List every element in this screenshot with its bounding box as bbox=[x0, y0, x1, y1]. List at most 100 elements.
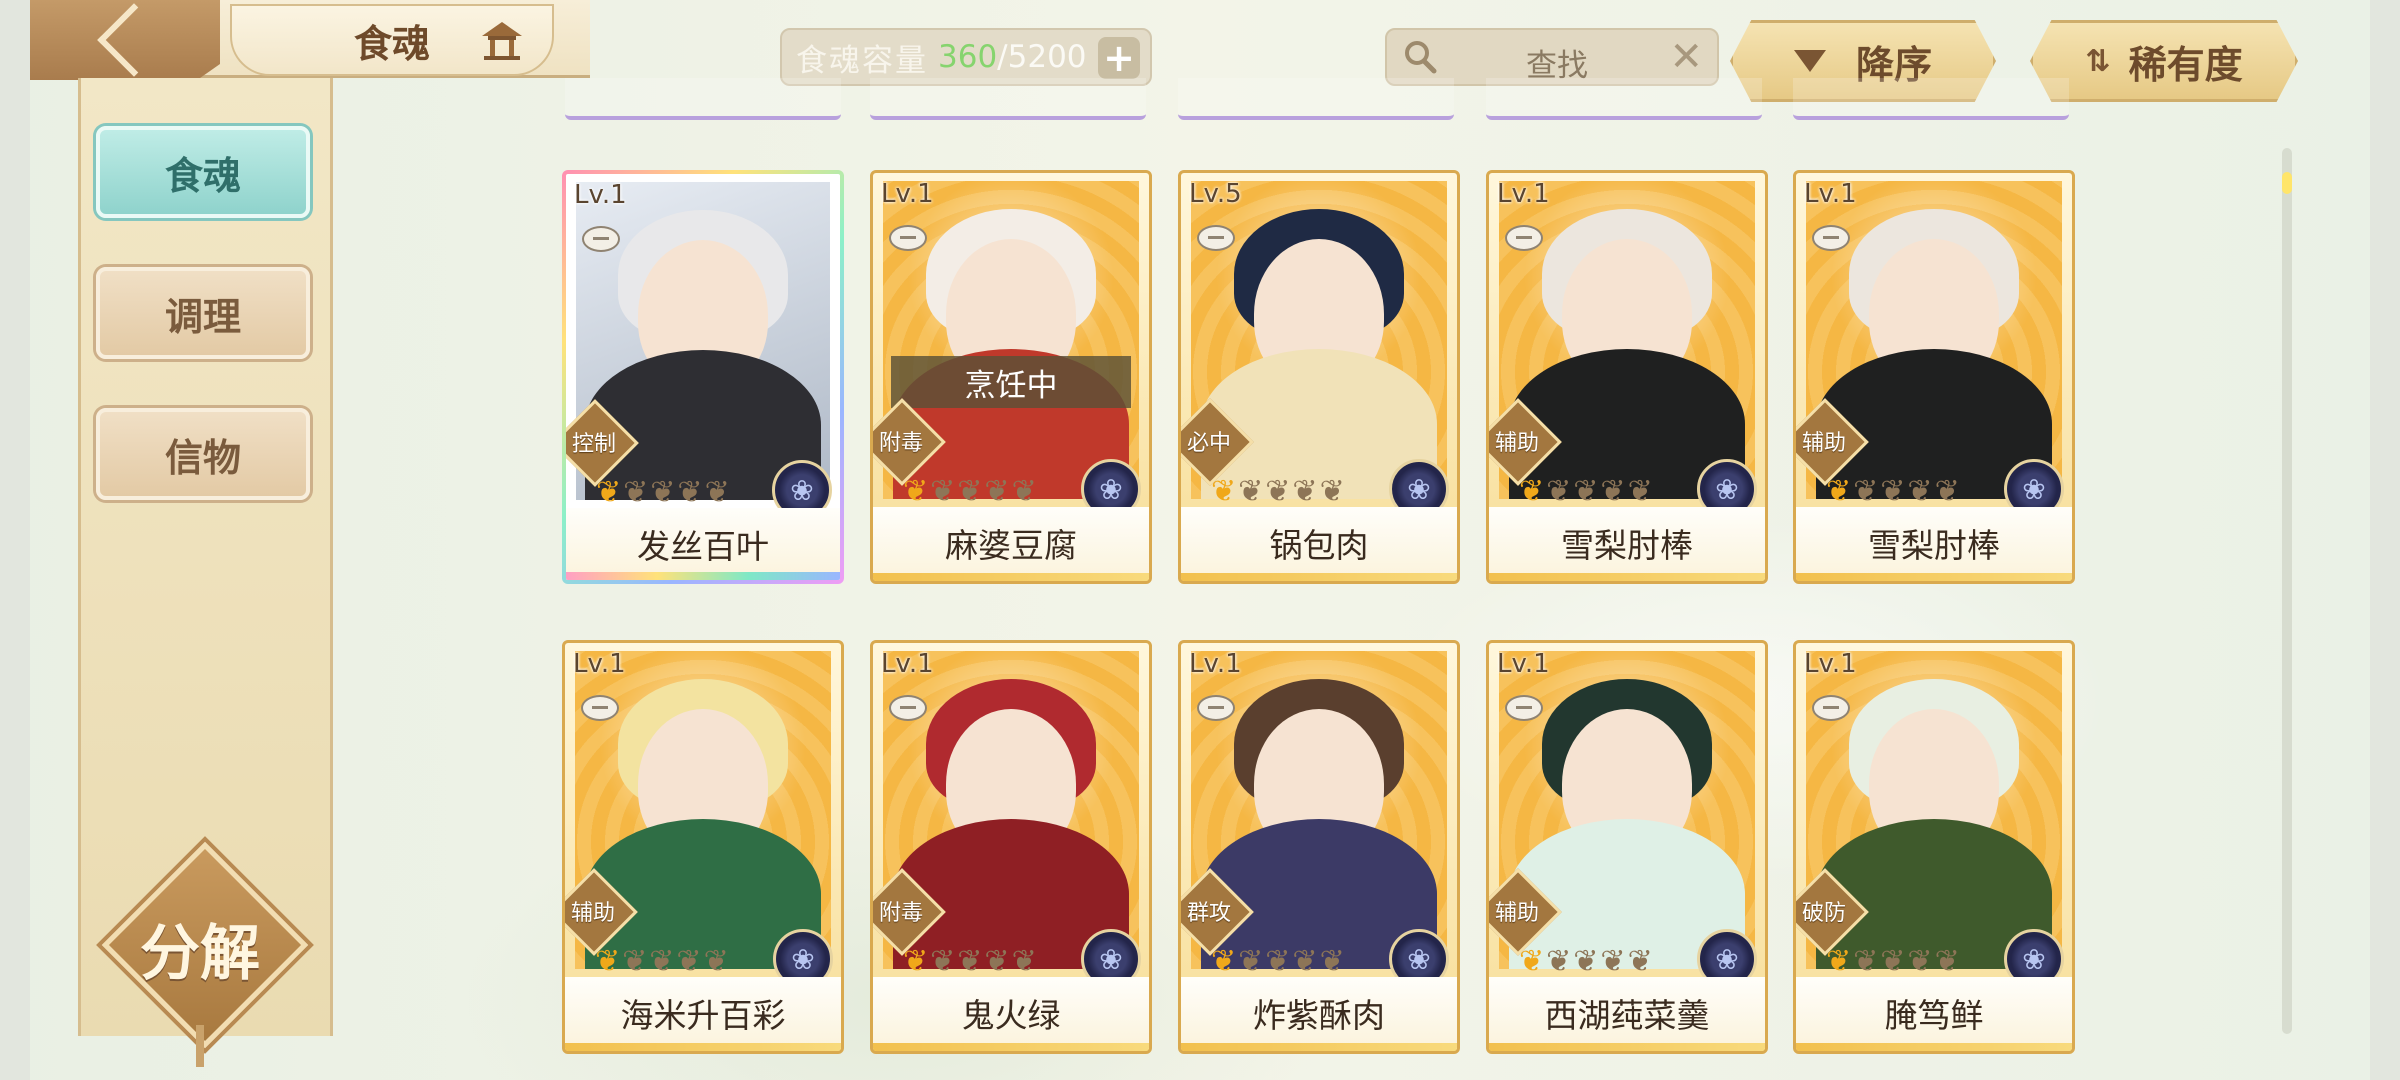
lock-toggle-icon[interactable] bbox=[1812, 695, 1850, 721]
star-icon: ❦ bbox=[1211, 474, 1237, 509]
star-icon: ❦ bbox=[1319, 944, 1345, 979]
card-partial[interactable] bbox=[870, 78, 1146, 120]
character-card[interactable]: Lv.1 附毒 ❦ ❦ ❦ ❦ ❦ ❀ 鬼火绿 bbox=[870, 640, 1152, 1054]
star-icon: ❦ bbox=[622, 944, 648, 979]
character-card[interactable]: 烹饪中 Lv.1 附毒 ❦ ❦ ❦ ❦ ❦ ❀ 麻婆豆腐 bbox=[870, 170, 1152, 584]
star-rating: ❦ ❦ ❦ ❦ ❦ bbox=[1211, 477, 1345, 507]
character-card[interactable]: Lv.1 控制 ❦ ❦ ❦ ❦ ❦ ❀ 发丝百叶 bbox=[562, 170, 844, 584]
star-rating: ❦ ❦ ❦ ❦ ❦ bbox=[1826, 477, 1960, 507]
character-name: 雪梨肘棒 bbox=[1796, 507, 2072, 579]
star-icon: ❦ bbox=[1292, 944, 1318, 979]
star-icon: ❦ bbox=[1600, 944, 1626, 979]
star-rating: ❦ ❦ ❦ ❦ ❦ bbox=[1519, 947, 1653, 977]
card-partial[interactable] bbox=[1486, 78, 1762, 120]
decompose-label[interactable]: 分解 bbox=[110, 905, 290, 992]
star-icon: ❦ bbox=[1907, 944, 1933, 979]
capacity-max: /5200 bbox=[997, 39, 1087, 75]
star-icon: ❦ bbox=[1907, 474, 1933, 509]
star-icon: ❦ bbox=[1826, 944, 1852, 979]
scrollbar-thumb[interactable] bbox=[2282, 172, 2292, 194]
frame-stripe bbox=[1489, 573, 1765, 581]
sidebar-item-label: 调理 bbox=[164, 294, 241, 339]
role-label: 附毒 bbox=[878, 901, 923, 926]
swap-arrows-icon: ⇅ bbox=[2085, 43, 2110, 79]
star-icon: ❦ bbox=[596, 475, 622, 510]
character-name: 炸紫酥肉 bbox=[1181, 977, 1457, 1049]
star-icon: ❦ bbox=[704, 475, 730, 510]
star-icon: ❦ bbox=[984, 474, 1010, 509]
star-rating: ❦ ❦ ❦ ❦ ❦ bbox=[595, 947, 729, 977]
role-label: 辅助 bbox=[1801, 431, 1846, 456]
role-label: 破防 bbox=[1801, 901, 1846, 926]
star-icon: ❦ bbox=[1853, 944, 1879, 979]
level-label: Lv.1 bbox=[1497, 649, 1550, 679]
level-label: Lv.1 bbox=[574, 180, 627, 210]
add-capacity-button[interactable]: + bbox=[1098, 36, 1140, 80]
sort-field-label: 稀有度 bbox=[2128, 42, 2243, 87]
sidebar-item-xinwu[interactable]: 信物 bbox=[96, 408, 310, 500]
card-partial[interactable] bbox=[565, 78, 841, 120]
star-icon: ❦ bbox=[1934, 474, 1960, 509]
star-icon: ❦ bbox=[1519, 474, 1545, 509]
sidebar-item-shihun[interactable]: 食魂 bbox=[96, 126, 310, 218]
frame-stripe bbox=[566, 572, 840, 580]
frame-stripe bbox=[1796, 573, 2072, 581]
sidebar-item-label: 食魂 bbox=[164, 153, 241, 198]
star-rating: ❦ ❦ ❦ ❦ ❦ bbox=[903, 947, 1037, 977]
level-label: Lv.1 bbox=[573, 649, 626, 679]
lock-toggle-icon[interactable] bbox=[1812, 225, 1850, 251]
character-card[interactable]: Lv.1 辅助 ❦ ❦ ❦ ❦ ❦ ❀ 海米升百彩 bbox=[562, 640, 844, 1054]
lock-toggle-icon[interactable] bbox=[582, 226, 620, 252]
star-icon: ❦ bbox=[903, 944, 929, 979]
triangle-down-icon bbox=[1793, 50, 1826, 72]
lock-toggle-icon[interactable] bbox=[1505, 225, 1543, 251]
character-name: 锅包肉 bbox=[1181, 507, 1457, 579]
lock-toggle-icon[interactable] bbox=[1197, 225, 1235, 251]
star-icon: ❦ bbox=[1238, 944, 1264, 979]
level-label: Lv.1 bbox=[1189, 649, 1242, 679]
star-icon: ❦ bbox=[1292, 474, 1318, 509]
status-banner: 烹饪中 bbox=[891, 356, 1131, 408]
character-card[interactable]: Lv.1 破防 ❦ ❦ ❦ ❦ ❦ ❀ 腌笃鲜 bbox=[1793, 640, 2075, 1054]
star-icon: ❦ bbox=[1519, 944, 1545, 979]
sidebar-item-tiaoli[interactable]: 调理 bbox=[96, 267, 310, 359]
role-label: 必中 bbox=[1186, 431, 1231, 456]
back-button[interactable] bbox=[30, 0, 220, 80]
star-icon: ❦ bbox=[1627, 944, 1653, 979]
star-icon: ❦ bbox=[930, 944, 956, 979]
star-icon: ❦ bbox=[1238, 474, 1264, 509]
star-icon: ❦ bbox=[623, 475, 649, 510]
lock-toggle-icon[interactable] bbox=[581, 695, 619, 721]
sort-field-button[interactable]: ⇅ 稀有度 bbox=[2030, 20, 2298, 102]
role-label: 辅助 bbox=[570, 901, 615, 926]
lock-toggle-icon[interactable] bbox=[1505, 695, 1543, 721]
card-partial[interactable] bbox=[1793, 78, 2069, 120]
lock-toggle-icon[interactable] bbox=[889, 225, 927, 251]
capacity-current: 360 bbox=[938, 39, 998, 75]
lock-toggle-icon[interactable] bbox=[889, 695, 927, 721]
star-icon: ❦ bbox=[1853, 474, 1879, 509]
card-partial[interactable] bbox=[1178, 78, 1454, 120]
frame-stripe bbox=[873, 1043, 1149, 1051]
character-card[interactable]: Lv.1 辅助 ❦ ❦ ❦ ❦ ❦ ❀ 雪梨肘棒 bbox=[1793, 170, 2075, 584]
star-icon: ❦ bbox=[1826, 474, 1852, 509]
character-card[interactable]: Lv.1 辅助 ❦ ❦ ❦ ❦ ❦ ❀ 西湖莼菜羹 bbox=[1486, 640, 1768, 1054]
star-rating: ❦ ❦ ❦ ❦ ❦ bbox=[1826, 947, 1960, 977]
character-card[interactable]: Lv.1 群攻 ❦ ❦ ❦ ❦ ❦ ❀ 炸紫酥肉 bbox=[1178, 640, 1460, 1054]
star-icon: ❦ bbox=[930, 474, 956, 509]
lock-toggle-icon[interactable] bbox=[1197, 695, 1235, 721]
capacity-label: 食魂容量 bbox=[796, 42, 928, 79]
character-card[interactable]: Lv.1 辅助 ❦ ❦ ❦ ❦ ❦ ❀ 雪梨肘棒 bbox=[1486, 170, 1768, 584]
pavilion-icon[interactable] bbox=[478, 18, 526, 62]
character-name: 发丝百叶 bbox=[566, 508, 840, 580]
star-icon: ❦ bbox=[649, 944, 675, 979]
frame-stripe bbox=[565, 1043, 841, 1051]
star-icon: ❦ bbox=[1600, 474, 1626, 509]
scrollbar-track[interactable] bbox=[2282, 148, 2292, 1034]
star-icon: ❦ bbox=[957, 944, 983, 979]
star-icon: ❦ bbox=[1880, 944, 1906, 979]
character-name: 鬼火绿 bbox=[873, 977, 1149, 1049]
star-icon: ❦ bbox=[903, 474, 929, 509]
character-card[interactable]: Lv.5 必中 ❦ ❦ ❦ ❦ ❦ ❀ 锅包肉 bbox=[1178, 170, 1460, 584]
clear-search-icon[interactable]: ✕ bbox=[1669, 34, 1703, 80]
